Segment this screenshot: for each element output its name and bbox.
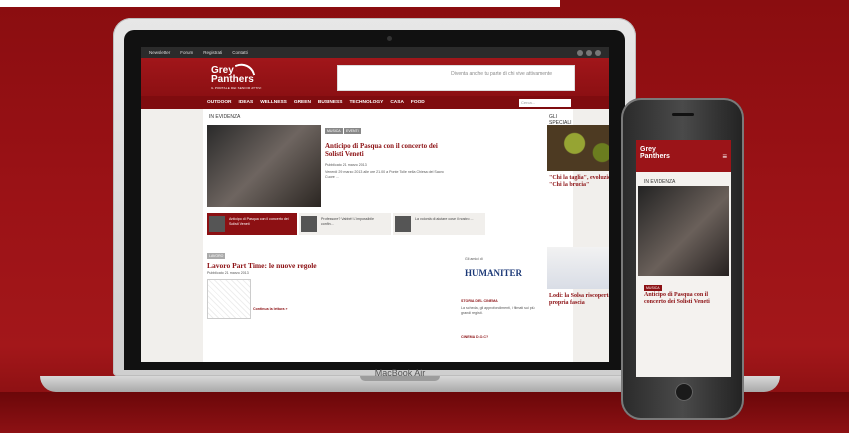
header-ad-banner[interactable]: Diventa anche tu parte di chi vive attiv… <box>337 65 575 91</box>
phone-logo-line2: Panthers <box>640 153 670 160</box>
menu-icon[interactable]: ≡ <box>722 152 727 161</box>
site-header: Grey Panthers IL PORTALE DEI SENIOR ATTI… <box>141 58 609 96</box>
search-input[interactable]: Cerca... <box>519 98 571 107</box>
nav-outdoor[interactable]: OUTDOOR <box>207 100 232 105</box>
top-white-strip <box>0 0 560 7</box>
in-evidenza-heading: IN EVIDENZA <box>209 114 241 120</box>
nav-food[interactable]: FOOD <box>411 100 425 105</box>
strip-thumb <box>301 216 317 232</box>
site-topbar: Newsletter Forum Registrati Contatti <box>141 47 609 58</box>
partner-item-title-1[interactable]: STORIA DEL CINEMA <box>461 299 498 304</box>
phone-featured-image[interactable] <box>638 186 729 276</box>
nav-technology[interactable]: TECHNOLOGY <box>349 100 383 105</box>
nav-green[interactable]: GREEN <box>294 100 311 105</box>
twitter-icon[interactable] <box>586 49 592 56</box>
strip-thumb <box>209 216 225 232</box>
phone-tag[interactable]: MUSICA <box>644 285 662 291</box>
strip-text-3: La volontà di aiutare cose il nostro ... <box>415 217 474 221</box>
strip-item-2[interactable]: Professore? Vabbè! L'impossibile confin.… <box>299 213 391 235</box>
nav-casa[interactable]: CASA <box>390 100 404 105</box>
laptop-brand-label: MacBook Air <box>374 368 426 378</box>
section2-meta: Pubblicato 21 marzo 2013 <box>207 271 249 275</box>
partner-caption: Gli amici di <box>465 257 483 261</box>
ad-text: Diventa anche tu parte di chi vive attiv… <box>451 71 552 77</box>
speciali-image-1[interactable] <box>547 125 609 171</box>
section2-title[interactable]: Lavoro Part Time: le nuove regole <box>207 261 317 270</box>
speciali-title-1[interactable]: "Chi la taglia", evoluzione di "Chi la b… <box>549 175 609 189</box>
continua-link[interactable]: Continua la lettura » <box>253 307 288 312</box>
main-nav: OUTDOOR IDEAS WELLNESS GREEN BUSINESS TE… <box>141 96 609 109</box>
nav-ideas[interactable]: IDEAS <box>239 100 254 105</box>
strip-item-3[interactable]: La volontà di aiutare cose il nostro ... <box>393 213 485 235</box>
featured-image[interactable] <box>207 125 321 207</box>
section2-illustration[interactable] <box>207 279 251 319</box>
topbar-link-contatti[interactable]: Contatti <box>232 50 248 55</box>
nav-wellness[interactable]: WELLNESS <box>260 100 287 105</box>
tag-lavoro[interactable]: LAVORO <box>207 253 226 259</box>
main-content: IN EVIDENZA MUSICA EVENTI Anticipo di Pa… <box>203 109 609 362</box>
phone-logo[interactable]: Grey Panthers <box>640 146 670 160</box>
topbar-link-registrati[interactable]: Registrati <box>203 50 222 55</box>
strip-thumb <box>395 216 411 232</box>
laptop-screen: Newsletter Forum Registrati Contatti Gre… <box>141 47 609 362</box>
camera-icon <box>387 36 392 41</box>
speciali-image-2[interactable] <box>547 247 609 289</box>
facebook-icon[interactable] <box>577 49 583 56</box>
featured-title[interactable]: Anticipo di Pasqua con il concerto dei S… <box>325 142 445 158</box>
strip-item-1[interactable]: Anticipo di Pasqua con il concerto dei S… <box>207 213 297 235</box>
rss-icon[interactable] <box>595 49 601 56</box>
phone-featured-title[interactable]: Anticipo di Pasqua con il concerto dei S… <box>644 292 726 306</box>
nav-business[interactable]: BUSINESS <box>318 100 343 105</box>
phone-screen: Grey Panthers ≡ IN EVIDENZA MUSICA Antic… <box>636 140 731 377</box>
partner-item-title-2[interactable]: CINEMA D.O.C? <box>461 335 488 340</box>
featured-meta: Pubblicato 21 marzo 2013 <box>325 163 367 167</box>
strip-text-1: Anticipo di Pasqua con il concerto dei S… <box>229 217 289 226</box>
social-icons <box>577 49 601 56</box>
featured-excerpt: Venerdì 29 marzo 2013 alle ore 21.00 a P… <box>325 170 444 179</box>
partner-item-text-1: La scheda, gli approfondimenti, i filmat… <box>461 306 535 315</box>
logo-tagline: IL PORTALE DEI SENIOR ATTIVI <box>211 86 262 90</box>
topbar-link-forum[interactable]: Forum <box>180 50 193 55</box>
phone-logo-line1: Grey <box>640 146 656 153</box>
humaniter-logo[interactable]: HUMANITER <box>465 268 522 278</box>
speciali-title-2[interactable]: Lodi: la Solsa riscoperta della propria … <box>549 293 609 307</box>
phone-speaker <box>672 113 694 116</box>
tag-musica[interactable]: MUSICA <box>325 128 343 134</box>
tag-eventi[interactable]: EVENTI <box>344 128 361 134</box>
strip-text-2: Professore? Vabbè! L'impossibile confin.… <box>321 217 374 226</box>
phone-section-heading: IN EVIDENZA <box>644 179 676 185</box>
phone-header: Grey Panthers ≡ <box>636 140 731 172</box>
topbar-link-newsletter[interactable]: Newsletter <box>149 50 170 55</box>
home-button-icon[interactable] <box>675 383 693 401</box>
